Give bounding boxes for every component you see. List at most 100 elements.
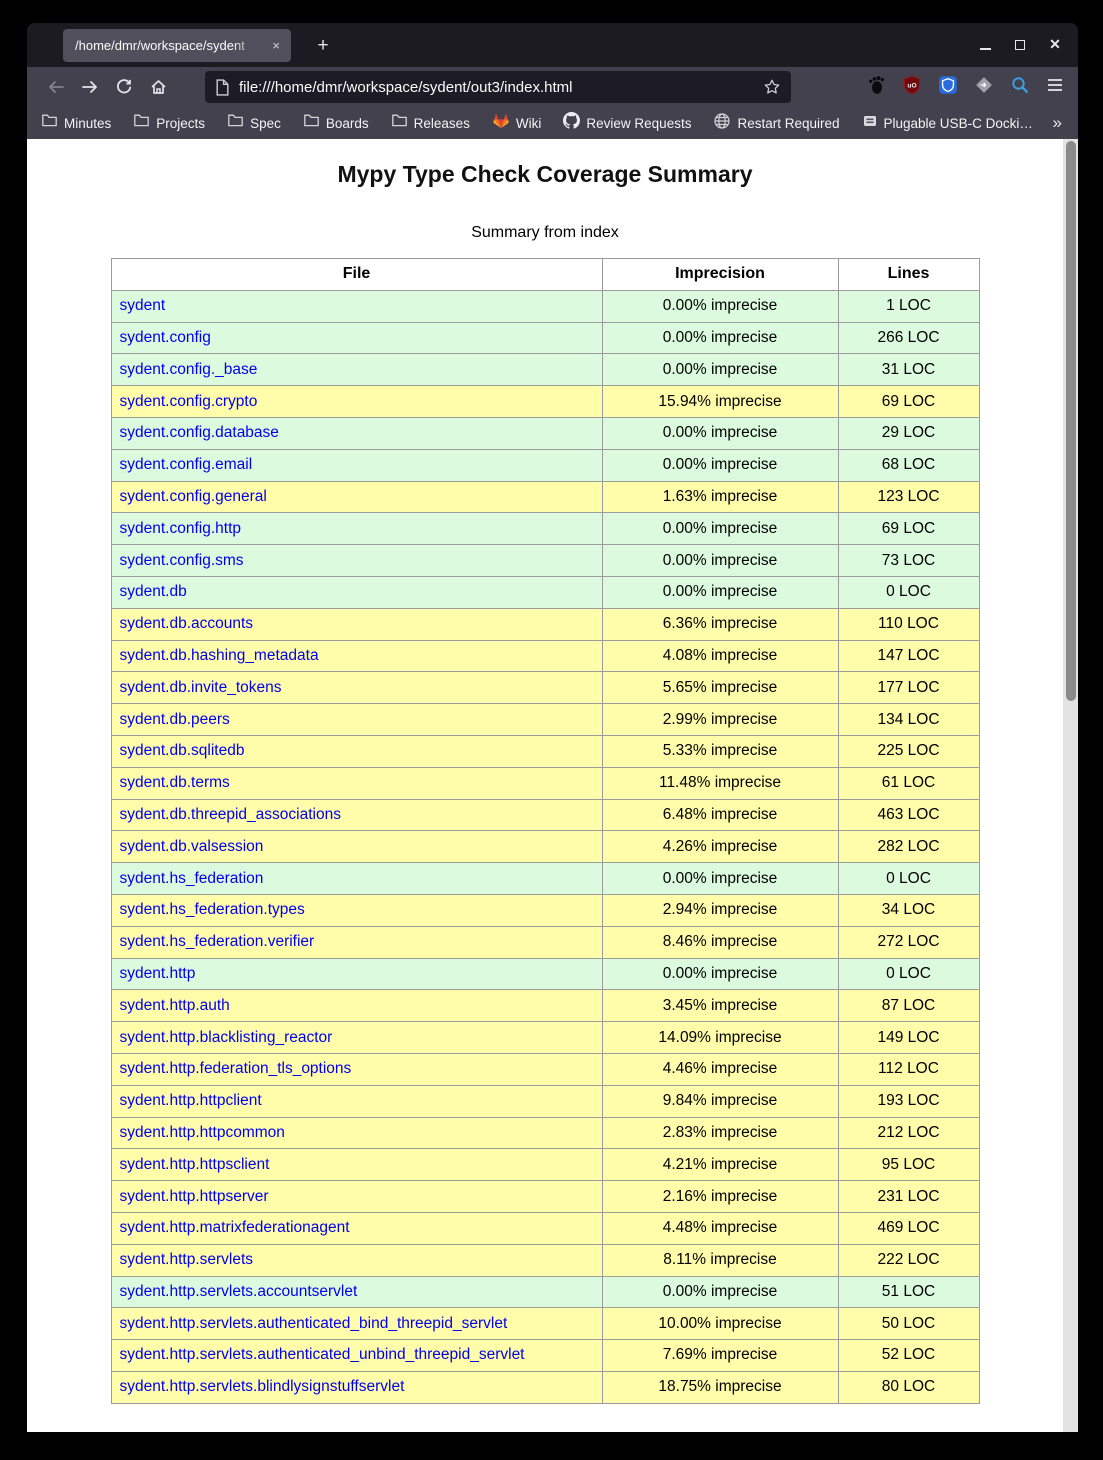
table-row: sydent.hs_federation.verifier 8.46% impre… [111,926,979,958]
bookmark-item[interactable]: Releases [391,113,470,133]
file-link[interactable]: sydent.config._base [120,361,258,378]
imprecision-cell: 18.75% imprecise [602,1371,838,1403]
table-header-row: File Imprecision Lines [111,259,979,291]
bookmark-item[interactable]: Restart Required [713,112,839,135]
file-link[interactable]: sydent.http.servlets.accountservlet [120,1283,358,1300]
bookmark-item[interactable]: Spec [227,113,281,133]
file-cell: sydent.http.servlets.accountservlet [111,1276,602,1308]
file-link[interactable]: sydent.http.blacklisting_reactor [120,1029,333,1046]
bookmarks-overflow-button[interactable]: » [1053,113,1062,133]
file-link[interactable]: sydent.http.httpserver [120,1188,269,1205]
file-link[interactable]: sydent.config.http [120,520,242,537]
home-button[interactable] [141,72,175,102]
minimize-button[interactable] [978,37,992,51]
lines-cell: 123 LOC [838,481,979,513]
file-link[interactable]: sydent.hs_federation [120,870,264,887]
table-row: sydent.config._base0.00% imprecise31 LOC [111,354,979,386]
lines-cell: 0 LOC [838,576,979,608]
back-button[interactable] [39,72,73,102]
file-link[interactable]: sydent.http.federation_tls_options [120,1060,352,1077]
file-link[interactable]: sydent.config.email [120,456,253,473]
close-button[interactable]: ✕ [1048,37,1062,51]
file-link[interactable]: sydent.db.accounts [120,615,254,632]
file-link[interactable]: sydent.db.invite_tokens [120,679,282,696]
file-link[interactable]: sydent.http.servlets.authenticated_unbin… [120,1346,525,1363]
file-link[interactable]: sydent.hs_federation.verifier [120,933,315,950]
reload-button[interactable] [107,72,141,102]
gnome-foot-icon[interactable] [866,75,886,100]
file-link[interactable]: sydent.db.threepid_associations [120,806,341,823]
file-link[interactable]: sydent.config.crypto [120,393,258,410]
menu-button[interactable] [1046,77,1064,98]
url-bar[interactable]: file:///home/dmr/workspace/sydent/out3/i… [205,71,791,103]
page-icon [215,79,230,96]
file-link[interactable]: sydent.http [120,965,196,982]
imprecision-cell: 0.00% imprecise [602,290,838,322]
table-row: sydent.http.servlets.blindlysignstuffser… [111,1371,979,1403]
imprecision-cell: 4.08% imprecise [602,640,838,672]
file-cell: sydent [111,290,602,322]
lines-cell: 1 LOC [838,290,979,322]
file-link[interactable]: sydent.http.matrixfederationagent [120,1219,350,1236]
extension-icon[interactable] [974,75,994,100]
ublock-origin-icon[interactable]: uO [902,75,922,100]
file-link[interactable]: sydent.db.valsession [120,838,264,855]
file-link[interactable]: sydent [120,297,166,314]
tab-close-icon[interactable]: × [267,36,285,55]
file-link[interactable]: sydent.db.terms [120,774,230,791]
lines-cell: 469 LOC [838,1212,979,1244]
imprecision-cell: 0.00% imprecise [602,1276,838,1308]
file-link[interactable]: sydent.db.peers [120,711,230,728]
file-link[interactable]: sydent.http.httpsclient [120,1156,270,1173]
file-link[interactable]: sydent.http.servlets.blindlysignstuffser… [120,1378,405,1395]
lines-cell: 149 LOC [838,1022,979,1054]
browser-window: /home/dmr/workspace/sydent × + ✕ [27,23,1078,1432]
file-link[interactable]: sydent.http.servlets [120,1251,254,1268]
file-link[interactable]: sydent.http.auth [120,997,230,1014]
bookmark-star-icon[interactable] [763,78,781,96]
imprecision-cell: 15.94% imprecise [602,386,838,418]
navigation-toolbar: file:///home/dmr/workspace/sydent/out3/i… [27,67,1078,107]
imprecision-cell: 0.00% imprecise [602,354,838,386]
file-cell: sydent.config._base [111,354,602,386]
file-link[interactable]: sydent.http.httpcommon [120,1124,285,1141]
close-icon: ✕ [1049,37,1061,51]
tab[interactable]: /home/dmr/workspace/sydent × [63,29,291,62]
file-link[interactable]: sydent.config.database [120,424,279,441]
file-link[interactable]: sydent.db.sqlitedb [120,742,245,759]
file-link[interactable]: sydent.db.hashing_metadata [120,647,319,664]
lines-cell: 282 LOC [838,831,979,863]
forward-button[interactable] [73,72,107,102]
bookmark-item[interactable]: Minutes [41,113,111,133]
lines-cell: 212 LOC [838,1117,979,1149]
file-link[interactable]: sydent.config.general [120,488,267,505]
bitwarden-icon[interactable] [938,75,958,100]
lines-cell: 34 LOC [838,894,979,926]
url-text[interactable]: file:///home/dmr/workspace/sydent/out3/i… [239,79,763,96]
scrollbar[interactable] [1063,139,1078,1432]
table-row: sydent.http.matrixfederationagent4.48% i… [111,1212,979,1244]
file-link[interactable]: sydent.http.httpclient [120,1092,262,1109]
lines-cell: 222 LOC [838,1244,979,1276]
bookmark-item[interactable]: Boards [303,113,369,133]
file-link[interactable]: sydent.db [120,583,187,600]
scrollbar-thumb[interactable] [1066,141,1076,701]
file-cell: sydent.http [111,958,602,990]
file-link[interactable]: sydent.http.servlets.authenticated_bind_… [120,1315,508,1332]
file-link[interactable]: sydent.config [120,329,211,346]
new-tab-button[interactable]: + [310,33,336,59]
imprecision-cell: 4.46% imprecise [602,1053,838,1085]
bookmark-item[interactable]: Projects [133,113,205,133]
search-button[interactable] [1010,75,1030,100]
lines-cell: 87 LOC [838,990,979,1022]
bookmark-item[interactable]: Wiki [492,112,542,134]
imprecision-cell: 8.46% imprecise [602,926,838,958]
file-link[interactable]: sydent.hs_federation.types [120,901,305,918]
bookmark-item[interactable]: Plugable USB-C Docki… [862,113,1033,134]
bookmark-item[interactable]: Review Requests [563,112,691,134]
table-row: sydent.db.invite_tokens5.65% imprecise17… [111,672,979,704]
lines-cell: 51 LOC [838,1276,979,1308]
file-link[interactable]: sydent.config.sms [120,552,244,569]
maximize-button[interactable] [1013,37,1027,51]
bookmark-label: Minutes [64,116,111,131]
